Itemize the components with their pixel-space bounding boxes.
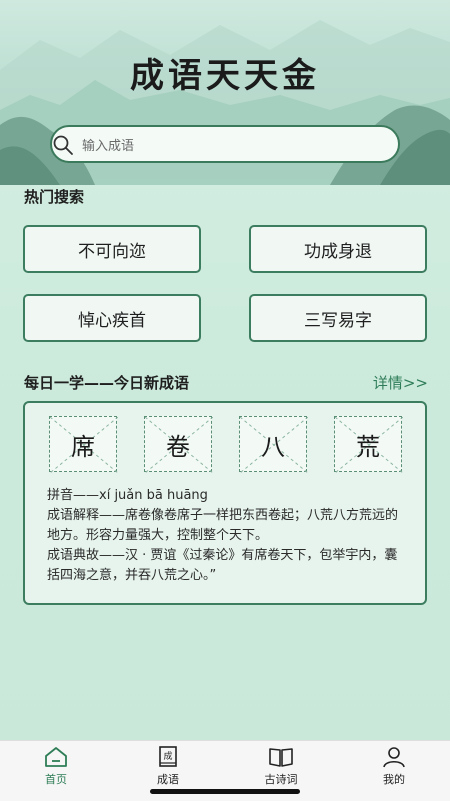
idiom-details: 拼音——xí juǎn bā huāng 成语解释——席卷像卷席子一样把东西卷起…: [47, 486, 407, 586]
search-icon[interactable]: [52, 134, 74, 156]
idiom-char: 八: [261, 432, 285, 461]
user-icon: [383, 747, 405, 768]
header-banner: 成语天天金: [0, 0, 450, 185]
app-title: 成语天天金: [130, 56, 320, 96]
hot-search-item[interactable]: 不可向迩: [23, 225, 201, 273]
idiom-char: 卷: [166, 432, 190, 461]
search-input[interactable]: [80, 134, 334, 158]
idiom-char-box: 荒: [334, 416, 403, 473]
idiom-char-box: 卷: [144, 416, 213, 473]
hot-search-title: 热门搜索: [24, 188, 85, 206]
search-bar[interactable]: [50, 125, 400, 163]
open-book-icon: [269, 748, 293, 767]
idiom-char: 席: [71, 432, 95, 461]
hot-search-item[interactable]: 三写易字: [249, 294, 427, 342]
idiom-pinyin: 拼音——xí juǎn bā huāng: [47, 488, 208, 503]
tab-label: 首页: [45, 773, 67, 786]
home-icon: [45, 747, 67, 767]
tab-label: 我的: [383, 773, 405, 786]
svg-text:成: 成: [163, 750, 172, 762]
tab-profile[interactable]: 我的: [354, 745, 434, 787]
idiom-source: 成语典故——汉 · 贾谊《过秦论》有席卷天下，包举宇内，囊括四海之意，并吞八荒之…: [47, 548, 398, 583]
idiom-char-box: 席: [49, 416, 118, 473]
tab-poetry[interactable]: 古诗词: [241, 745, 321, 787]
hot-search-item[interactable]: 功成身退: [249, 225, 427, 273]
details-link[interactable]: 详情>>: [373, 372, 428, 393]
idiom-book-icon: 成: [159, 746, 177, 767]
idiom-char: 荒: [356, 432, 380, 461]
hot-search-item[interactable]: 悼心疾首: [23, 294, 201, 342]
tab-label: 古诗词: [264, 773, 298, 786]
home-indicator: [150, 789, 300, 794]
tab-idioms[interactable]: 成 成语: [128, 745, 208, 787]
daily-idiom-card: 席 卷 八 荒 拼音——xí juǎn bā huāng 成语解释——席卷像卷席…: [23, 401, 427, 605]
tab-home[interactable]: 首页: [16, 745, 96, 787]
tab-label: 成语: [157, 773, 179, 786]
daily-idiom-title: 每日一学——今日新成语: [24, 374, 190, 392]
idiom-meaning: 成语解释——席卷像卷席子一样把东西卷起；八荒八方荒远的地方。形容力量强大，控制整…: [47, 508, 399, 543]
idiom-char-box: 八: [239, 416, 308, 473]
